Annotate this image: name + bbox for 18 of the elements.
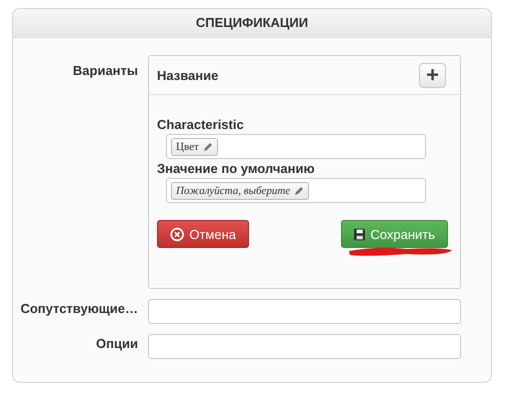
field-label: Значение по умолчанию — [157, 161, 316, 176]
select-field[interactable]: Пожалуйста, выберите — [166, 178, 426, 203]
input-field[interactable] — [148, 299, 461, 324]
field-label: Сопутствующие… — [19, 300, 138, 318]
field-label: Опции — [95, 335, 138, 353]
column-header: Название — [157, 68, 218, 82]
select-field[interactable]: Цвет — [166, 134, 426, 159]
pencil-icon — [294, 186, 304, 196]
input-field[interactable] — [148, 334, 461, 359]
field-label: Варианты — [72, 62, 138, 80]
field-label: Characteristic — [157, 117, 245, 132]
cancel-button[interactable]: Отмена — [157, 220, 249, 248]
add-button[interactable]: + — [419, 62, 446, 88]
placeholder-text: Пожалуйста, выберите — [176, 184, 290, 196]
cancel-icon — [170, 226, 184, 242]
selected-value: Цвет — [176, 140, 199, 152]
panel-title: СПЕЦИФИКАЦИИ — [13, 9, 491, 38]
pencil-icon — [202, 142, 213, 152]
